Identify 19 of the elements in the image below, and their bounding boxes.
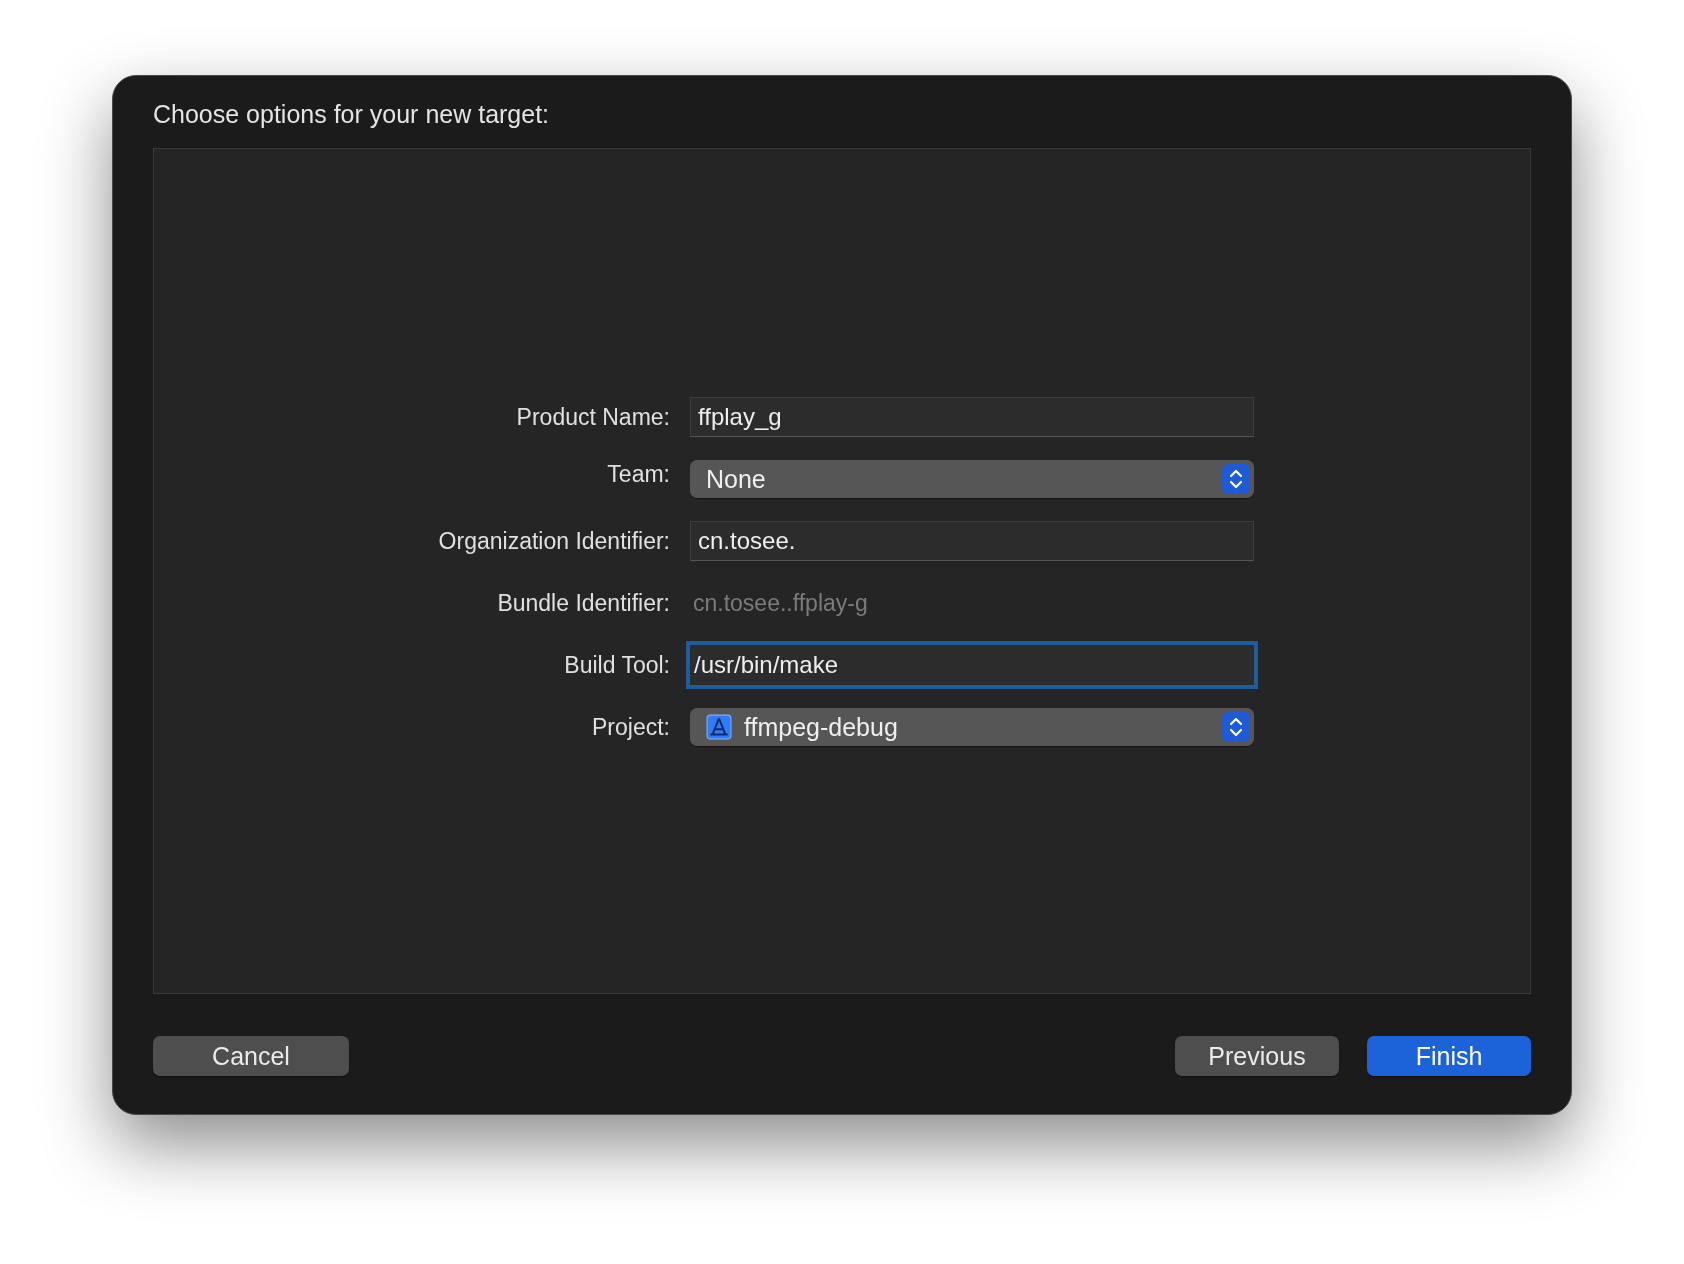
field-label: Bundle Identifier: (496, 589, 670, 617)
text-field[interactable]: /usr/bin/make (686, 641, 1258, 689)
app-project-icon (706, 714, 732, 740)
popup-button[interactable]: ffmpeg-debug (690, 708, 1254, 746)
field-label: Organization Identifier: (437, 527, 670, 555)
text-field[interactable]: ffplay_g (690, 397, 1254, 437)
dialog-button[interactable]: Cancel (153, 1036, 349, 1076)
field-label: Project: (591, 713, 670, 741)
stepper-icon (1222, 464, 1250, 494)
dialog-button[interactable]: Previous (1175, 1036, 1339, 1076)
dialog-title: Choose options for your new target: (153, 99, 551, 130)
popup-button[interactable]: None (690, 460, 1254, 498)
field-label: Build Tool: (563, 651, 670, 679)
dialog-button[interactable]: Finish (1367, 1036, 1531, 1076)
stepper-icon (1222, 712, 1250, 742)
text-field[interactable]: cn.tosee. (690, 521, 1254, 561)
field-label: Team: (606, 460, 670, 488)
field-label: Product Name: (515, 403, 670, 431)
bundle-identifier-value: cn.tosee..ffplay-g (692, 589, 869, 617)
